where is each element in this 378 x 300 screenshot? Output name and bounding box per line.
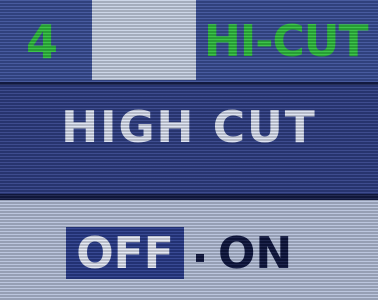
menu-header-bar: 4 HI-CUT: [0, 0, 378, 85]
menu-name: HI-CUT: [204, 16, 368, 67]
options-panel: [0, 200, 378, 300]
header-blank-block: [92, 0, 196, 80]
osd-screen: 4 HI-CUT HIGH CUT OFF ON: [0, 0, 378, 300]
menu-page-number: 4: [26, 15, 60, 69]
option-off-button[interactable]: OFF: [66, 227, 184, 279]
option-separator-dot: [196, 254, 204, 262]
option-off-label: OFF: [76, 227, 174, 279]
option-on-label: ON: [218, 227, 293, 279]
option-on-button[interactable]: ON: [218, 227, 292, 279]
setting-title: HIGH CUT: [61, 102, 317, 153]
